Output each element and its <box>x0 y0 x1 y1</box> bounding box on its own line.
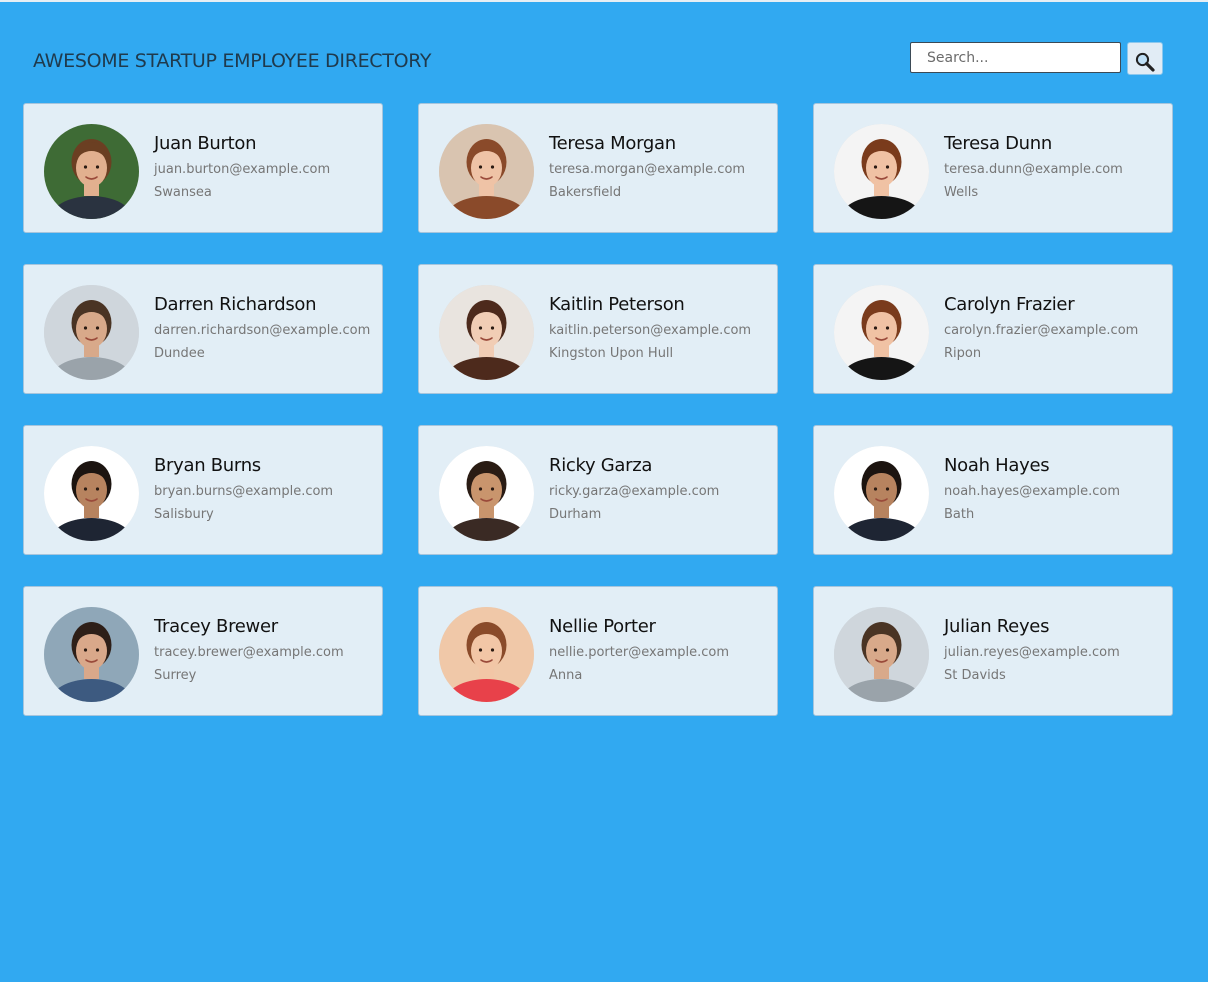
employee-card[interactable]: Juan Burton juan.burton@example.com Swan… <box>23 103 383 233</box>
avatar <box>44 285 139 380</box>
employee-email: teresa.morgan@example.com <box>549 162 746 177</box>
avatar <box>834 124 929 219</box>
employee-email: ricky.garza@example.com <box>549 484 720 499</box>
avatar <box>439 285 534 380</box>
portrait-icon <box>834 607 929 702</box>
employee-name: Teresa Dunn <box>944 133 1053 154</box>
employee-card[interactable]: Noah Hayes noah.hayes@example.com Bath <box>813 425 1173 555</box>
employee-name: Teresa Morgan <box>549 133 676 154</box>
employee-card[interactable]: Bryan Burns bryan.burns@example.com Sali… <box>23 425 383 555</box>
employee-name: Kaitlin Peterson <box>549 294 685 315</box>
employee-name: Noah Hayes <box>944 455 1050 476</box>
portrait-icon <box>439 285 534 380</box>
employee-card[interactable]: Ricky Garza ricky.garza@example.com Durh… <box>418 425 778 555</box>
avatar <box>44 446 139 541</box>
employee-city: Ripon <box>944 346 982 361</box>
portrait-icon <box>44 124 139 219</box>
employee-card[interactable]: Nellie Porter nellie.porter@example.com … <box>418 586 778 716</box>
employee-card[interactable]: Tracey Brewer tracey.brewer@example.com … <box>23 586 383 716</box>
employee-city: Kingston Upon Hull <box>549 346 674 361</box>
page-title: AWESOME STARTUP EMPLOYEE DIRECTORY <box>33 50 432 72</box>
employee-name: Juan Burton <box>154 133 257 154</box>
employee-city: Wells <box>944 185 979 200</box>
portrait-icon <box>439 124 534 219</box>
employee-email: nellie.porter@example.com <box>549 645 730 660</box>
avatar <box>834 607 929 702</box>
employee-city: Swansea <box>154 185 212 200</box>
employee-city: Durham <box>549 507 602 522</box>
employee-email: juan.burton@example.com <box>154 162 331 177</box>
employee-email: kaitlin.peterson@example.com <box>549 323 752 338</box>
employee-name: Carolyn Frazier <box>944 294 1075 315</box>
portrait-icon <box>439 607 534 702</box>
avatar <box>44 607 139 702</box>
employee-email: tracey.brewer@example.com <box>154 645 344 660</box>
employee-email: bryan.burns@example.com <box>154 484 334 499</box>
magnifier-icon <box>1135 52 1155 72</box>
employee-card[interactable]: Carolyn Frazier carolyn.frazier@example.… <box>813 264 1173 394</box>
employee-name: Julian Reyes <box>944 616 1050 637</box>
employee-card[interactable]: Julian Reyes julian.reyes@example.com St… <box>813 586 1173 716</box>
employee-city: St Davids <box>944 668 1006 683</box>
employee-card[interactable]: Darren Richardson darren.richardson@exam… <box>23 264 383 394</box>
employee-name: Ricky Garza <box>549 455 653 476</box>
employee-city: Bakersfield <box>549 185 622 200</box>
search-button[interactable] <box>1127 42 1163 75</box>
employee-name: Nellie Porter <box>549 616 656 637</box>
employee-city: Anna <box>549 668 583 683</box>
employee-city: Bath <box>944 507 975 522</box>
employee-city: Salisbury <box>154 507 214 522</box>
portrait-icon <box>834 285 929 380</box>
avatar <box>44 124 139 219</box>
employee-email: darren.richardson@example.com <box>154 323 371 338</box>
employee-city: Dundee <box>154 346 205 361</box>
employee-card[interactable]: Kaitlin Peterson kaitlin.peterson@exampl… <box>418 264 778 394</box>
avatar <box>834 285 929 380</box>
avatar <box>439 446 534 541</box>
avatar <box>834 446 929 541</box>
employee-email: noah.hayes@example.com <box>944 484 1121 499</box>
employee-name: Bryan Burns <box>154 455 261 476</box>
search-input[interactable] <box>910 42 1121 73</box>
employee-email: carolyn.frazier@example.com <box>944 323 1139 338</box>
portrait-icon <box>44 607 139 702</box>
portrait-icon <box>439 446 534 541</box>
employee-name: Darren Richardson <box>154 294 317 315</box>
avatar <box>439 607 534 702</box>
employee-card[interactable]: Teresa Dunn teresa.dunn@example.com Well… <box>813 103 1173 233</box>
employee-card[interactable]: Teresa Morgan teresa.morgan@example.com … <box>418 103 778 233</box>
employee-city: Surrey <box>154 668 197 683</box>
employee-email: teresa.dunn@example.com <box>944 162 1123 177</box>
portrait-icon <box>44 285 139 380</box>
portrait-icon <box>834 446 929 541</box>
employee-email: julian.reyes@example.com <box>944 645 1120 660</box>
employee-grid: Juan Burton juan.burton@example.com Swan… <box>23 103 1173 716</box>
portrait-icon <box>44 446 139 541</box>
employee-name: Tracey Brewer <box>154 616 278 637</box>
top-border <box>0 0 1208 2</box>
portrait-icon <box>834 124 929 219</box>
avatar <box>439 124 534 219</box>
